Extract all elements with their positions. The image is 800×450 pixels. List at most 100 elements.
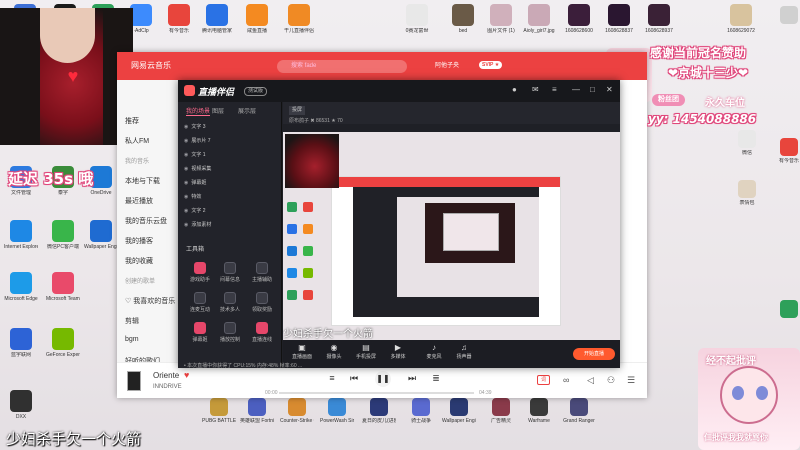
- toolbox-item[interactable]: 间幕信息: [216, 262, 244, 283]
- desktop-left-icon-10[interactable]: DXX: [4, 390, 38, 420]
- desktop-bottom-icon-6[interactable]: Wallpaper Engine: [442, 398, 476, 424]
- scene-item[interactable]: ◉ 展示片 7: [184, 136, 211, 146]
- music-sidebar-item[interactable]: 推荐: [125, 116, 139, 126]
- desktop-right-icon-3[interactable]: [772, 300, 800, 320]
- desktop-top-icon-11[interactable]: Aioly_girl7.jpg: [522, 4, 556, 34]
- app-icon: [450, 398, 468, 416]
- desktop-top-icon-13[interactable]: 1608628837: [602, 4, 636, 34]
- desktop-left-icon-3[interactable]: Internet Explorer: [4, 220, 38, 250]
- toolbox-item[interactable]: 播放控制: [216, 322, 244, 343]
- scene-item[interactable]: ◉ 文字 2: [184, 206, 206, 216]
- stream-preview[interactable]: 少妇杀手欠一个火箭: [283, 132, 620, 342]
- close-icon[interactable]: ✕: [606, 85, 613, 94]
- desktop-bottom-icon-8[interactable]: Warframe: [522, 398, 556, 424]
- scene-item[interactable]: ◉ 文字 3: [184, 122, 206, 132]
- desktop-left-icon-7[interactable]: Microsoft Teams: [46, 272, 80, 302]
- desktop-top-icon-9[interactable]: bed: [446, 4, 480, 34]
- zb-control-button[interactable]: ◉ 摄像头: [319, 343, 349, 360]
- zb-tab[interactable]: 图层: [212, 106, 224, 115]
- sound-effect-icon[interactable]: ∞: [563, 375, 569, 385]
- toolbox-item[interactable]: 主播辅助: [248, 262, 276, 283]
- toolbox-item[interactable]: 弹幕姬: [186, 322, 214, 343]
- avatar-icon[interactable]: ●: [512, 85, 517, 94]
- desktop-left-icon-5[interactable]: Wallpaper Engine: [84, 220, 118, 250]
- next-track-icon[interactable]: ⏭: [405, 373, 419, 384]
- desktop-left-icon-8[interactable]: 蓝宇联网: [4, 328, 38, 358]
- desktop-top-icon-4[interactable]: 有今音乐: [162, 4, 196, 34]
- menu-icon[interactable]: ≡: [552, 85, 557, 94]
- scene-item[interactable]: ◉ 添加素材: [184, 220, 211, 230]
- desktop-bottom-icon-9[interactable]: Grand Ranger: [562, 398, 596, 424]
- music-sidebar-item[interactable]: 最近播放: [125, 196, 153, 206]
- music-sidebar-item[interactable]: 剪辑: [125, 316, 139, 326]
- music-sidebar-item[interactable]: bgm: [125, 336, 139, 343]
- music-sidebar-item[interactable]: ♡ 我喜欢的音乐: [125, 296, 175, 306]
- like-heart-icon[interactable]: ♥: [184, 370, 189, 380]
- pause-button[interactable]: ❚❚: [375, 371, 391, 387]
- desktop-bottom-icon-3[interactable]: PowerWash Simulator: [320, 398, 354, 424]
- live-companion-window[interactable]: 直播伴侣 测试版 ● ✉ ≡ — □ ✕ 我的场景 图层 展示层 ◉ 文字 3 ◉ 展…: [178, 80, 620, 369]
- previous-track-icon[interactable]: ⏮: [347, 373, 361, 384]
- toolbox-item[interactable]: 游戏助手: [186, 262, 214, 283]
- desktop-bottom-icon-5[interactable]: 骑士战争: [404, 398, 438, 424]
- zb-tab[interactable]: 展示层: [238, 106, 256, 115]
- music-username[interactable]: 阿他子央: [435, 60, 459, 69]
- desktop-right-icon-4[interactable]: [772, 6, 800, 26]
- desktop-left-icon-6[interactable]: Microsoft Edge: [4, 272, 38, 302]
- music-sidebar-item[interactable]: 我的音乐云盘: [125, 216, 167, 226]
- desktop-bottom-icon-0[interactable]: PUBG BATTLEGR…: [202, 398, 236, 424]
- music-sidebar-item[interactable]: 私人FM: [125, 136, 149, 146]
- maximize-icon[interactable]: □: [590, 85, 595, 94]
- album-cover[interactable]: [127, 371, 141, 391]
- song-artist[interactable]: INNDRIVE: [153, 384, 182, 390]
- share-icon[interactable]: ⚇: [607, 375, 615, 386]
- app-icon: [738, 180, 756, 198]
- playlist-mode-icon[interactable]: ≡: [325, 373, 339, 383]
- scene-item[interactable]: ◉ 视频采集: [184, 164, 211, 174]
- desktop-left-icon-4[interactable]: 微信PC客户端: [46, 220, 80, 250]
- desktop-top-icon-8[interactable]: 0赛龙富世: [400, 4, 434, 34]
- screen-tag[interactable]: 投屏: [289, 106, 306, 115]
- scene-item[interactable]: ◉ 弹幕姬: [184, 178, 206, 188]
- desktop-bottom-icon-7[interactable]: 广告精灵: [484, 398, 518, 424]
- desktop-top-icon-12[interactable]: 1608628600: [562, 4, 596, 34]
- message-icon[interactable]: ✉: [532, 85, 539, 94]
- desktop-top-icon-10[interactable]: 图片文件 (1): [484, 4, 518, 34]
- music-sidebar-item[interactable]: 我的收藏: [125, 256, 153, 266]
- progress-bar[interactable]: [279, 392, 474, 394]
- zb-control-button[interactable]: ▣ 直播画面: [287, 343, 317, 360]
- zb-control-button[interactable]: ▶ 多媒体: [383, 343, 413, 360]
- toolbox-item[interactable]: 直播连线: [248, 322, 276, 343]
- desktop-top-icon-6[interactable]: 咸鱼直播: [240, 4, 274, 34]
- zb-control-button[interactable]: ♫ 扬声器: [449, 343, 479, 360]
- desktop-bottom-icon-1[interactable]: 英雄联盟 Fortnite: [240, 398, 274, 424]
- start-live-button[interactable]: 开始直播: [573, 348, 615, 360]
- music-sidebar-item[interactable]: 我的播客: [125, 236, 153, 246]
- desktop-right-icon-1[interactable]: 有今音乐: [772, 138, 800, 164]
- scene-item[interactable]: ◉ 特效: [184, 192, 201, 202]
- music-sidebar-item[interactable]: 本地与下载: [125, 176, 160, 186]
- volume-icon[interactable]: ◁: [587, 375, 594, 386]
- song-title[interactable]: Oriente: [153, 371, 179, 380]
- desktop-bottom-icon-4[interactable]: 夏日的皮儿(进阶版): [362, 398, 396, 424]
- toolbox-item[interactable]: 连麦互动: [186, 292, 214, 313]
- lyric-button[interactable]: 词: [537, 375, 551, 385]
- toolbox-item[interactable]: 领取奖励: [248, 292, 276, 313]
- desktop-bottom-icon-2[interactable]: Counter-Strike Global Off…: [280, 398, 314, 424]
- zb-tab[interactable]: 我的场景: [186, 106, 211, 116]
- zb-control-button[interactable]: ♪ 麦克风: [419, 343, 449, 360]
- lyrics-mode-icon[interactable]: ≣: [429, 373, 443, 384]
- desktop-top-icon-7[interactable]: 干儿直播伴侣: [282, 4, 316, 34]
- minimize-icon[interactable]: —: [572, 85, 580, 94]
- desktop-top-icon-14[interactable]: 1608628937: [642, 4, 676, 34]
- playlist-icon[interactable]: ☰: [627, 375, 635, 386]
- scene-item[interactable]: ◉ 文字 1: [184, 150, 206, 160]
- desktop-left-icon-9[interactable]: GeForce Experience: [46, 328, 80, 358]
- desktop-top-icon-15[interactable]: 1608629072: [724, 4, 758, 34]
- desktop-top-icon-5[interactable]: 腾讯电脑管家: [200, 4, 234, 34]
- zb-control-button[interactable]: ▤ 手机投屏: [351, 343, 381, 360]
- desktop-right-icon-0[interactable]: 微信: [730, 130, 764, 156]
- music-search-input[interactable]: 搜索 fade: [277, 60, 407, 73]
- desktop-right-icon-2[interactable]: 表情包: [730, 180, 764, 206]
- toolbox-item[interactable]: 技术多人: [216, 292, 244, 313]
